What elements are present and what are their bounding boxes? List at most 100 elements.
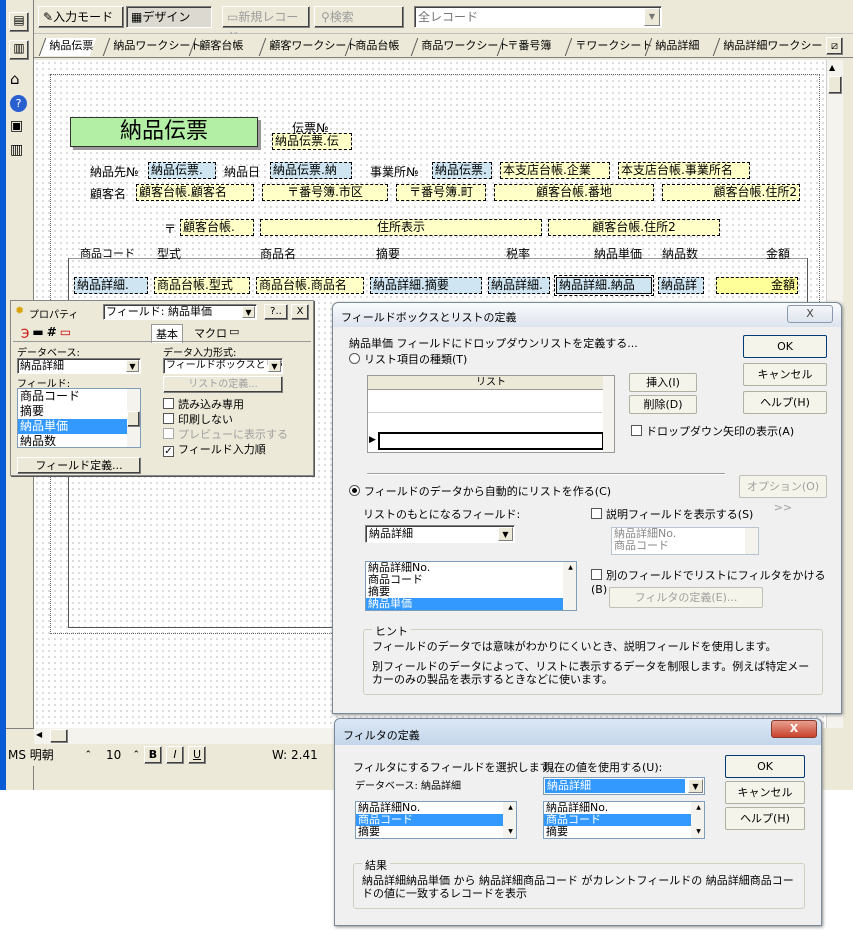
tab-layout[interactable]: 〒番号簿 (496, 38, 555, 56)
chevron-down-icon[interactable]: ▼ (688, 779, 703, 793)
size-select[interactable]: 10 ⌃ (106, 746, 142, 764)
current-value-select[interactable]: 納品詳細 ▼ (543, 777, 705, 795)
town-field[interactable]: 〒番号簿.町 (396, 184, 486, 201)
filter-ok-button[interactable]: OK (725, 755, 805, 778)
checkbox-box[interactable] (163, 413, 174, 424)
properties-field-list[interactable]: 商品コード 摘要 納品単価 納品数 (17, 388, 141, 448)
radio-button[interactable] (349, 485, 360, 496)
insert-button[interactable]: 挿入(I) (629, 373, 697, 392)
office-company-field[interactable]: 本支店台帳.企業 (500, 162, 610, 179)
chevron-down-icon[interactable]: ▼ (498, 527, 513, 541)
chevron-down-icon[interactable]: ▼ (644, 8, 660, 26)
tab-layout[interactable]: 商品台帳 (344, 38, 403, 56)
row-field-model[interactable]: 商品台帳.型式 (154, 277, 250, 294)
value-list-grid[interactable]: リスト ▶ (367, 375, 615, 453)
col-header-amount[interactable]: 金額 (766, 245, 790, 262)
checkbox-box[interactable] (163, 398, 174, 409)
checkbox-box[interactable] (631, 425, 642, 436)
number-tab-icon[interactable]: # (47, 325, 60, 339)
show-desc-checkbox[interactable]: 説明フィールドを表示する(S) (591, 506, 753, 522)
address2b-field[interactable]: 顧客台帳.住所2 (548, 219, 720, 236)
col-header-qty[interactable]: 納品数 (662, 245, 698, 262)
underline-button[interactable]: U (188, 746, 206, 764)
style-tab-icon[interactable]: ℈ (21, 325, 32, 339)
input-format-select[interactable]: フィールドボックスとリスト ▼ (163, 358, 283, 374)
row-field-price[interactable]: 納品詳細.納品 (554, 275, 654, 296)
source-list-scrollbar[interactable]: ▲ (563, 562, 576, 610)
form-title[interactable]: 納品伝票 (70, 117, 258, 147)
chart-icon[interactable]: ▥ (10, 142, 23, 158)
radio-button[interactable] (349, 353, 360, 364)
date-field[interactable]: 納品伝票.納 (270, 162, 352, 179)
scroll-up-icon[interactable]: ▲ (829, 63, 835, 72)
tab-layout[interactable]: 〒ワークシート (564, 38, 656, 56)
address-display-field[interactable]: 住所表示 (260, 219, 542, 236)
delete-button[interactable]: 削除(D) (629, 395, 697, 414)
list-grid-scrollbar[interactable] (603, 376, 614, 452)
input-mode-button[interactable]: ✎入力モード (38, 6, 124, 28)
checkbox-box[interactable] (591, 569, 602, 580)
filter-help-button[interactable]: ヘルプ(H) (725, 807, 805, 830)
filter-def-button[interactable]: フィルタの定義(E)... (609, 587, 763, 608)
checkbox-box[interactable] (163, 428, 174, 439)
radio-list-items[interactable]: リスト項目の種類(T) (349, 351, 467, 367)
list-item[interactable]: 摘要 (18, 404, 140, 419)
border-tab-icon[interactable]: ▬ (32, 325, 46, 339)
size-dropdown-icon[interactable]: ⌃ (132, 746, 140, 764)
list-item[interactable]: 商品コード (612, 540, 758, 552)
list-item[interactable]: 商品コード (18, 389, 140, 404)
postal-field[interactable]: 顧客台帳. (180, 219, 254, 236)
properties-close-button[interactable]: X (291, 304, 309, 320)
list-dialog-titlebar[interactable]: フィールドボックスとリストの定義 X (333, 303, 841, 327)
font-dropdown-icon[interactable]: ⌃ (84, 746, 92, 764)
dest-label[interactable]: 納品先№ (90, 163, 138, 180)
list-item[interactable]: 商品コード (356, 814, 516, 826)
close-icon[interactable]: X (787, 305, 833, 323)
list-item[interactable]: 摘要 (544, 826, 704, 838)
tab-scroll-icon[interactable]: ⧄ (826, 37, 843, 55)
properties-object-select[interactable]: フィールド: 納品単価 ▼ (103, 304, 257, 320)
office-name-field[interactable]: 本支店台帳.事業所名 (618, 162, 750, 179)
office-label[interactable]: 事業所№ (370, 163, 418, 180)
desc-field-list[interactable]: 納品詳細No. 商品コード (611, 527, 759, 555)
tab-layout[interactable]: 納品詳細 (644, 38, 703, 56)
source-field-list[interactable]: 納品詳細No. 商品コード 摘要 納品単価 ▲ (365, 561, 577, 611)
tab-macro[interactable]: マクロ (194, 325, 227, 341)
row-field-name[interactable]: 商品台帳.商品名 (256, 277, 364, 294)
design-button[interactable]: ▦デザイン (126, 6, 212, 28)
list-item[interactable]: 商品コード (366, 574, 576, 586)
read-only-checkbox[interactable]: 読み込み専用 (163, 396, 244, 412)
italic-button[interactable]: I (166, 746, 184, 764)
new-record-button[interactable]: ▭新規レコード (222, 6, 310, 44)
list-grid-row-current[interactable] (378, 432, 604, 450)
list-help-button[interactable]: ヘルプ(H) (743, 391, 827, 414)
preview-show-checkbox[interactable]: プレビューに表示する (163, 426, 288, 442)
field-input-order-checkbox[interactable]: ✓ フィールド入力順 (163, 441, 266, 457)
chevron-down-icon[interactable]: ▼ (268, 360, 281, 372)
tab-layout[interactable]: 顧客台帳 (188, 38, 247, 56)
slip-no-field[interactable]: 納品伝票.伝 (272, 133, 352, 150)
bold-button[interactable]: B (144, 746, 162, 764)
filter-left-list[interactable]: 納品詳細No. 商品コード 摘要 ▲ ▼ (355, 801, 517, 839)
office-field[interactable]: 納品伝票. (432, 162, 492, 179)
row-field-amount[interactable]: 金額 (716, 277, 798, 294)
search-button[interactable]: ⚲検索 (314, 6, 404, 28)
list-item[interactable]: 摘要 (356, 826, 516, 838)
font-select[interactable]: MS 明朝 ⌃ (8, 746, 96, 764)
filter-cancel-button[interactable]: キャンセル (725, 781, 805, 804)
scroll-left-icon[interactable]: ◀ (36, 730, 42, 739)
row-field-tax[interactable]: 納品詳細. (488, 277, 550, 294)
options-button[interactable]: オプション(O) >> (739, 475, 827, 514)
row-field-code[interactable]: 納品詳細. (74, 277, 148, 294)
checkbox-box[interactable] (591, 508, 602, 519)
row-field-qty[interactable]: 納品詳 (658, 277, 704, 294)
close-icon[interactable]: X (771, 720, 817, 738)
list-item[interactable]: 納品数 (18, 434, 140, 447)
date-label[interactable]: 納品日 (224, 163, 260, 180)
list-ok-button[interactable]: OK (743, 335, 827, 358)
tab-layout[interactable]: 納品詳細ワークシート (712, 38, 837, 56)
col-header-price[interactable]: 納品単価 (594, 245, 642, 262)
address2-field[interactable]: 顧客台帳.住所2 (662, 184, 800, 201)
list-item[interactable]: 商品コード (544, 814, 704, 826)
tab-script-icon[interactable]: ▭ (229, 325, 239, 338)
